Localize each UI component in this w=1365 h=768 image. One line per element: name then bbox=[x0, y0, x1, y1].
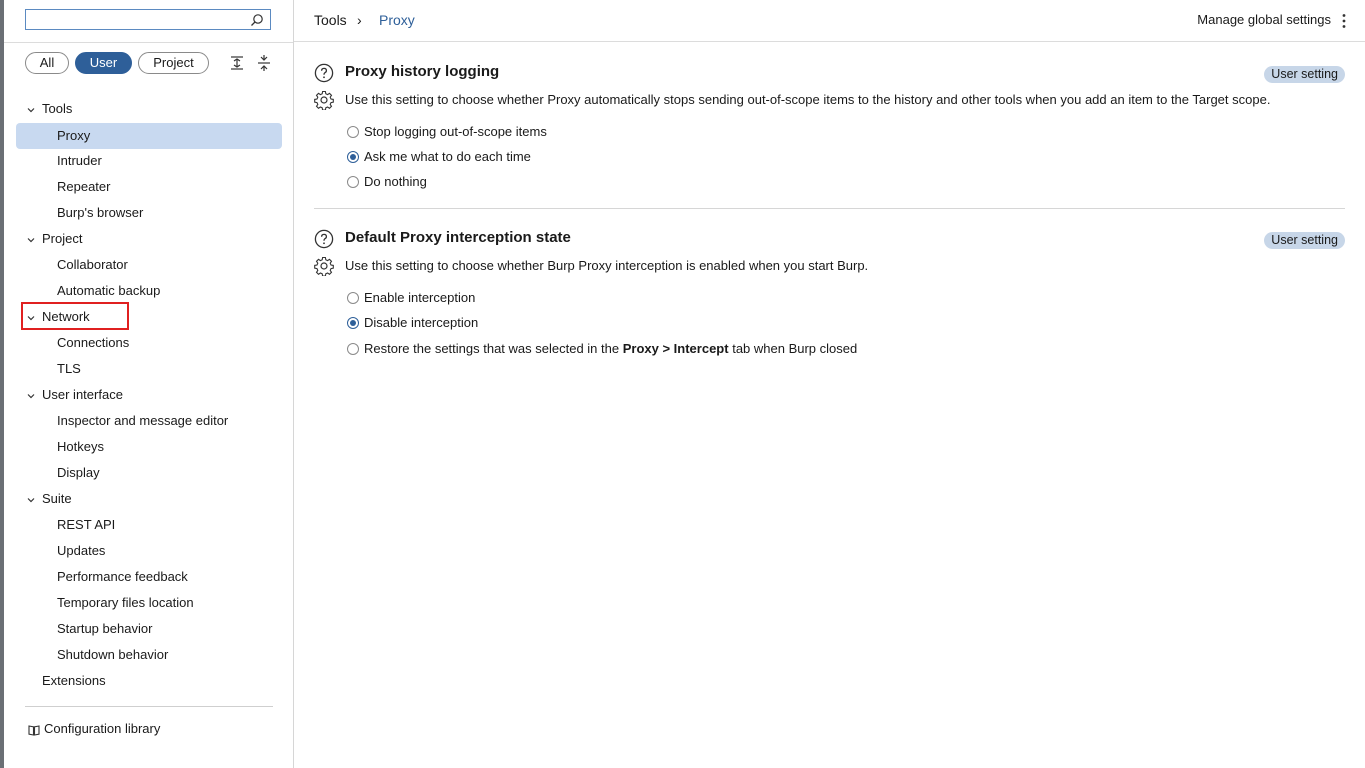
sidebar-item-rest-api[interactable]: REST API bbox=[16, 512, 282, 538]
proxy-history-logging-section: Proxy history logging User setting Use t… bbox=[314, 62, 1345, 202]
radio-label: Disable interception bbox=[364, 315, 479, 330]
collapse-all-icon[interactable] bbox=[255, 54, 273, 72]
manage-global-settings-button[interactable]: Manage global settings bbox=[1197, 12, 1331, 27]
sidebar-item-shutdown-behavior[interactable]: Shutdown behavior bbox=[16, 642, 282, 668]
sidebar-item-collaborator[interactable]: Collaborator bbox=[16, 252, 282, 278]
filter-project-button[interactable]: Project bbox=[138, 52, 209, 74]
tree-group-suite[interactable]: Suite bbox=[26, 486, 72, 512]
filter-user-button[interactable]: User bbox=[75, 52, 132, 74]
tree-group-label: Network bbox=[42, 309, 90, 324]
book-icon bbox=[28, 724, 40, 736]
default-interception-state-section: Default Proxy interception state User se… bbox=[314, 228, 1345, 368]
radio-button[interactable] bbox=[347, 125, 359, 138]
chevron-down-icon bbox=[26, 486, 42, 512]
radio-label: Ask me what to do each time bbox=[364, 149, 531, 164]
radio-label: Stop logging out-of-scope items bbox=[364, 124, 547, 139]
radio-label-post: tab when Burp closed bbox=[732, 341, 858, 356]
filter-all-button[interactable]: All bbox=[25, 52, 69, 74]
tree-group-tools[interactable]: Tools bbox=[26, 96, 72, 122]
sidebar-divider bbox=[25, 706, 273, 707]
breadcrumb-proxy: Proxy bbox=[379, 12, 415, 28]
configuration-library-link[interactable]: Configuration library bbox=[28, 719, 160, 739]
chevron-down-icon bbox=[26, 226, 42, 252]
radio-label-bold: Proxy > Intercept bbox=[622, 341, 729, 356]
sidebar-item-inspector[interactable]: Inspector and message editor bbox=[16, 408, 282, 434]
sidebar-item-updates[interactable]: Updates bbox=[16, 538, 282, 564]
section-title: Default Proxy interception state bbox=[345, 229, 571, 246]
tree-group-label: Suite bbox=[42, 491, 72, 506]
more-options-icon[interactable] bbox=[1341, 13, 1347, 29]
radio-stop-logging[interactable]: Stop logging out-of-scope items bbox=[347, 122, 547, 142]
tree-group-network[interactable]: Network bbox=[26, 304, 90, 330]
sidebar-divider bbox=[4, 42, 293, 43]
radio-button[interactable] bbox=[347, 291, 359, 304]
sidebar-item-intruder[interactable]: Intruder bbox=[16, 148, 282, 174]
sidebar-item-automatic-backup[interactable]: Automatic backup bbox=[16, 278, 282, 304]
settings-sidebar: All User Project Tools Proxy Intruder Re… bbox=[4, 0, 294, 768]
sidebar-item-hotkeys[interactable]: Hotkeys bbox=[16, 434, 282, 460]
sidebar-item-burps-browser[interactable]: Burp's browser bbox=[16, 200, 282, 226]
settings-header: Tools › Proxy Manage global settings bbox=[294, 0, 1365, 42]
search-icon[interactable] bbox=[250, 13, 264, 27]
radio-disable-interception[interactable]: Disable interception bbox=[347, 313, 478, 333]
radio-label: Do nothing bbox=[364, 174, 427, 189]
radio-label-pre: Restore the settings that was selected i… bbox=[364, 341, 620, 356]
sidebar-item-display[interactable]: Display bbox=[16, 460, 282, 486]
gear-icon[interactable] bbox=[314, 256, 334, 276]
section-divider bbox=[314, 208, 1345, 209]
radio-ask-me[interactable]: Ask me what to do each time bbox=[347, 147, 531, 167]
sidebar-item-performance-feedback[interactable]: Performance feedback bbox=[16, 564, 282, 590]
help-icon[interactable] bbox=[314, 229, 334, 249]
sidebar-item-connections[interactable]: Connections bbox=[16, 330, 282, 356]
radio-button[interactable] bbox=[347, 150, 359, 163]
user-setting-badge: User setting bbox=[1264, 232, 1345, 249]
sidebar-item-temporary-files[interactable]: Temporary files location bbox=[16, 590, 282, 616]
tree-group-project[interactable]: Project bbox=[26, 226, 82, 252]
sidebar-item-proxy[interactable]: Proxy bbox=[16, 123, 282, 149]
tree-group-label: User interface bbox=[42, 387, 123, 402]
radio-button[interactable] bbox=[347, 342, 359, 355]
breadcrumb-tools[interactable]: Tools bbox=[314, 12, 347, 28]
configuration-library-label: Configuration library bbox=[44, 721, 161, 736]
section-description: Use this setting to choose whether Burp … bbox=[345, 258, 869, 273]
search-input[interactable] bbox=[30, 10, 240, 29]
radio-label: Enable interception bbox=[364, 290, 476, 305]
section-description: Use this setting to choose whether Proxy… bbox=[345, 92, 1271, 107]
section-title: Proxy history logging bbox=[345, 63, 500, 80]
radio-button[interactable] bbox=[347, 316, 359, 329]
gear-icon[interactable] bbox=[314, 90, 334, 110]
chevron-down-icon bbox=[26, 304, 42, 330]
breadcrumb-separator: › bbox=[357, 12, 362, 28]
sidebar-item-tls[interactable]: TLS bbox=[16, 356, 282, 382]
chevron-down-icon bbox=[26, 96, 42, 122]
tree-group-label: Tools bbox=[42, 101, 73, 116]
sidebar-item-startup-behavior[interactable]: Startup behavior bbox=[16, 616, 282, 642]
tree-group-user-interface[interactable]: User interface bbox=[26, 382, 123, 408]
chevron-down-icon bbox=[26, 382, 42, 408]
sidebar-item-repeater[interactable]: Repeater bbox=[16, 174, 282, 200]
tree-group-label: Project bbox=[42, 231, 83, 246]
radio-button[interactable] bbox=[347, 175, 359, 188]
radio-restore-settings[interactable]: Restore the settings that was selected i… bbox=[347, 339, 857, 359]
radio-do-nothing[interactable]: Do nothing bbox=[347, 172, 427, 192]
sidebar-item-extensions[interactable]: Extensions bbox=[26, 668, 106, 694]
search-field[interactable] bbox=[25, 9, 271, 30]
help-icon[interactable] bbox=[314, 63, 334, 83]
expand-all-icon[interactable] bbox=[228, 54, 246, 72]
radio-enable-interception[interactable]: Enable interception bbox=[347, 288, 475, 308]
user-setting-badge: User setting bbox=[1264, 66, 1345, 83]
